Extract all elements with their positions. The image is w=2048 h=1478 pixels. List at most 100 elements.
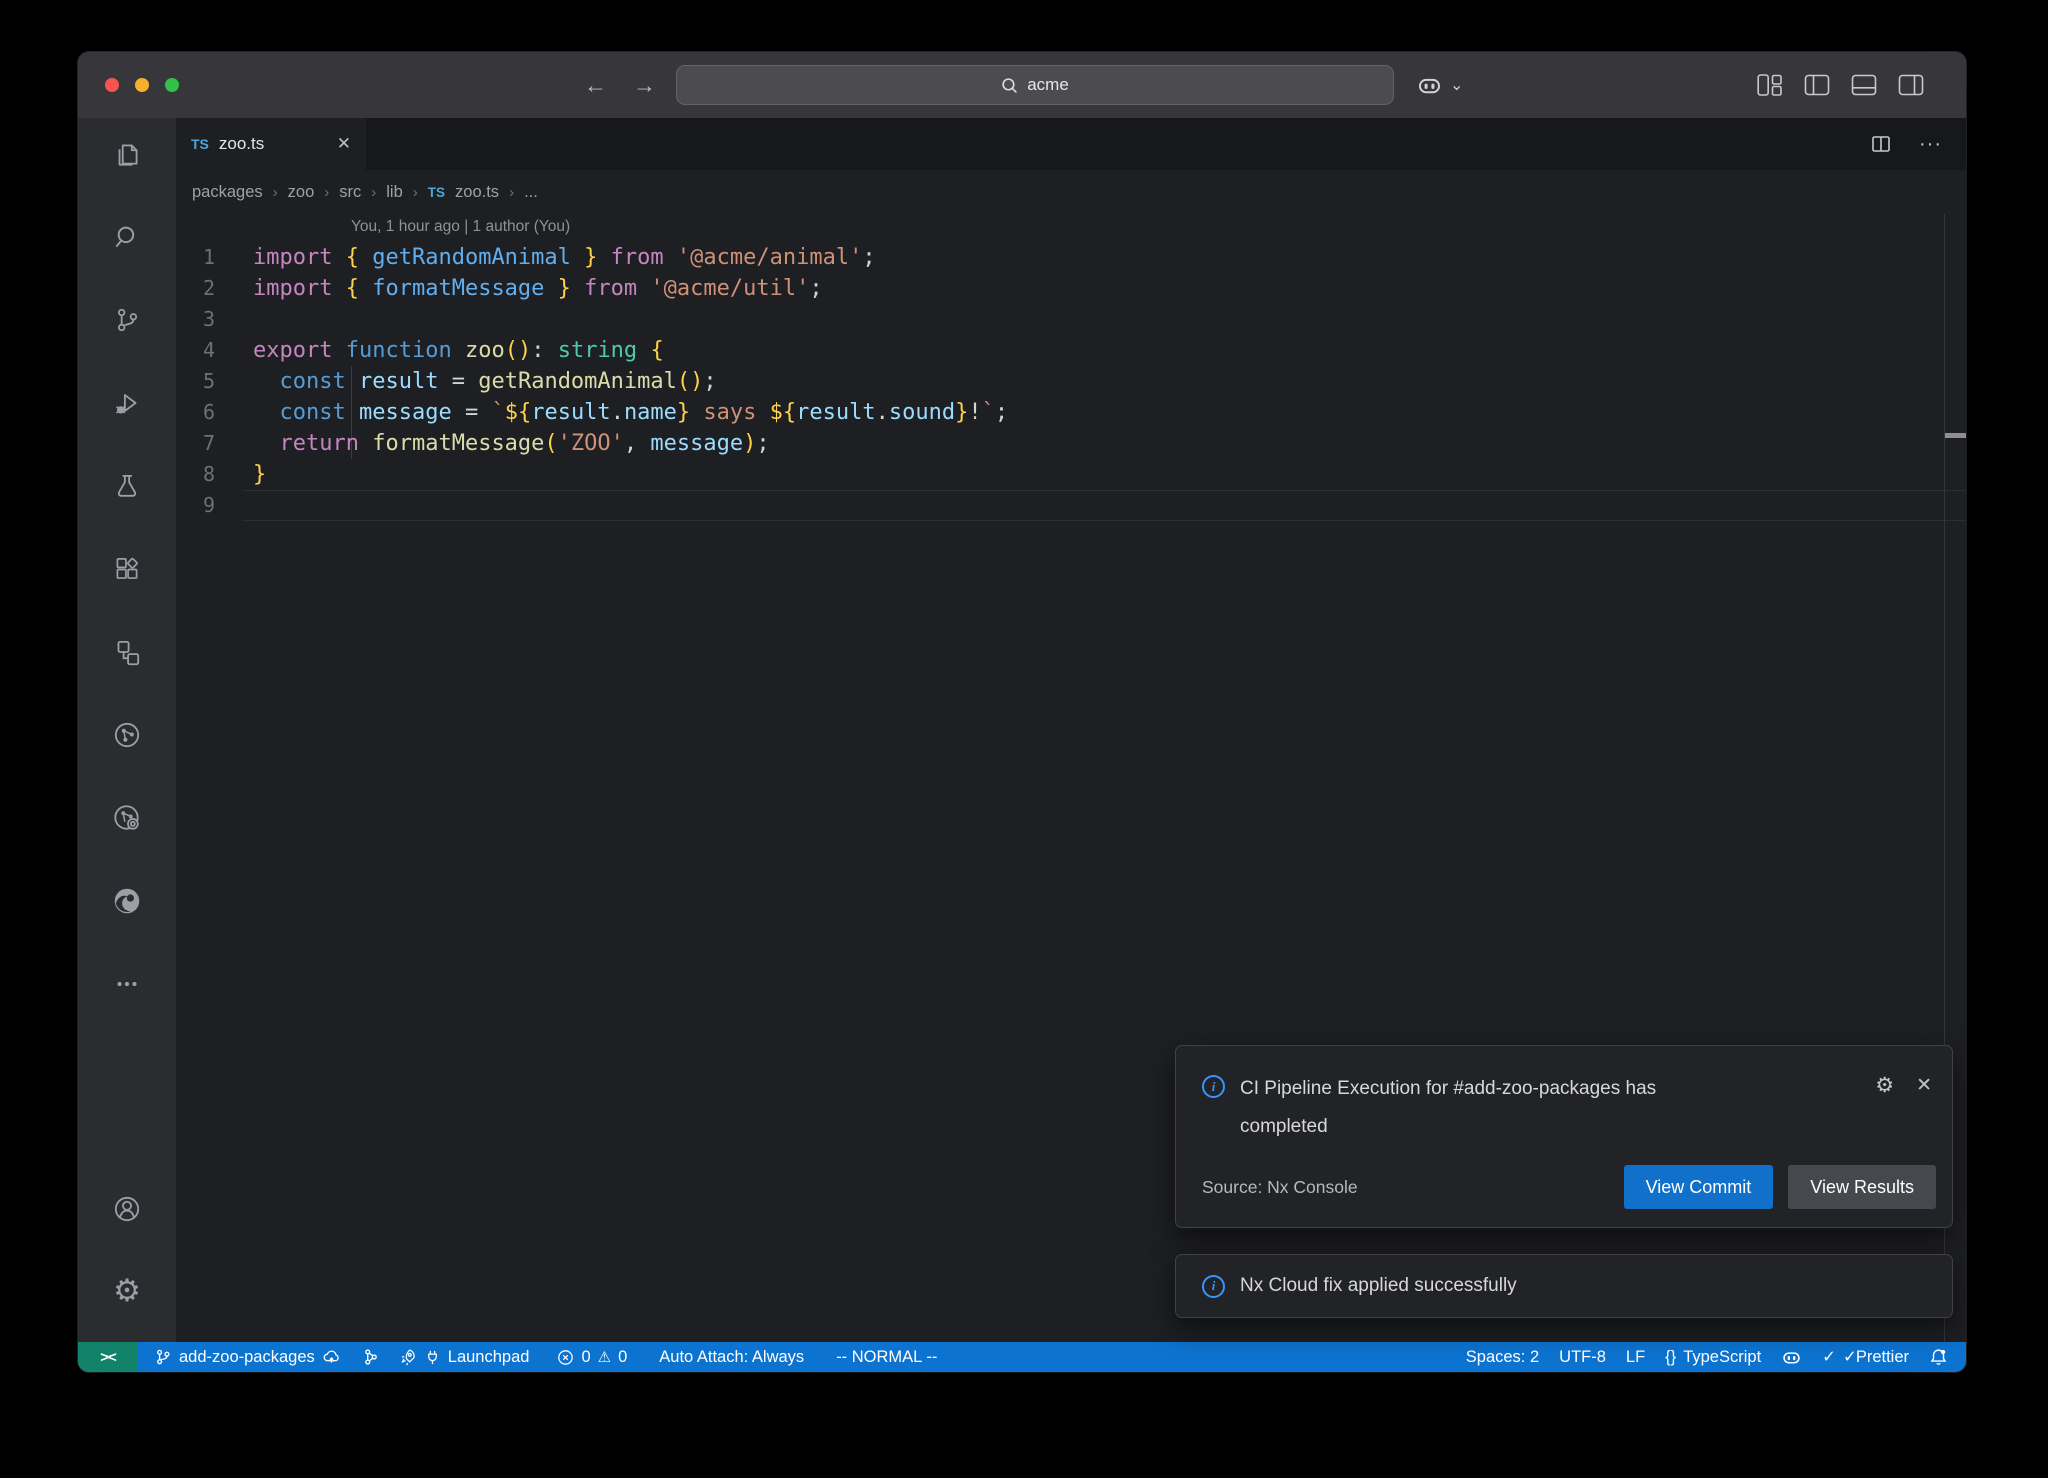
close-tab-icon[interactable]: ✕ <box>337 134 351 154</box>
code-line-9[interactable]: 9 <box>176 490 1966 521</box>
git-graph-item[interactable] <box>351 1342 389 1372</box>
breadcrumb-item-file[interactable]: zoo.ts <box>455 183 499 202</box>
code-text <box>253 490 1966 521</box>
git-graph-icon <box>361 1348 379 1366</box>
view-commit-button[interactable]: View Commit <box>1624 1165 1774 1209</box>
line-number[interactable]: 9 <box>176 490 253 521</box>
accounts-icon[interactable] <box>103 1185 151 1233</box>
braces-icon: {} <box>1665 1348 1676 1367</box>
info-icon: i <box>1202 1075 1225 1098</box>
check-icon: ✓ <box>1822 1347 1836 1367</box>
formatter-item[interactable]: ✓✓ Prettier <box>1812 1342 1919 1372</box>
code-line-2[interactable]: 2import { formatMessage } from '@acme/ut… <box>176 273 1966 304</box>
breadcrumb-item-packages[interactable]: packages <box>192 183 263 202</box>
code-line-5[interactable]: 5 const result = getRandomAnimal(); <box>176 366 1966 397</box>
tab-zoo-ts[interactable]: TS zoo.ts ✕ <box>176 118 366 170</box>
source-control-icon[interactable] <box>103 296 151 344</box>
tab-bar: TS zoo.ts ✕ ··· <box>176 118 1966 170</box>
error-icon <box>557 1349 574 1366</box>
code-text: export function zoo(): string { <box>253 335 1966 366</box>
copilot-menu[interactable]: ⌄ <box>1416 52 1463 118</box>
layout-controls <box>1757 52 1924 118</box>
notification-tools: ⚙ ✕ <box>1875 1073 1932 1098</box>
zoom-window-button[interactable] <box>165 78 179 92</box>
toggle-panel-icon[interactable] <box>1851 74 1877 96</box>
line-number[interactable]: 1 <box>176 242 253 273</box>
line-number[interactable]: 5 <box>176 366 253 397</box>
git-branch-icon <box>154 1348 172 1366</box>
code-line-3[interactable]: 3 <box>176 304 1966 335</box>
warning-icon: ⚠ <box>598 1350 611 1365</box>
split-editor-icon[interactable] <box>1869 132 1893 156</box>
line-number[interactable]: 6 <box>176 397 253 428</box>
remote-indicator[interactable]: >< <box>78 1342 138 1372</box>
breadcrumb-separator-icon: › <box>509 184 514 201</box>
customize-layout-icon[interactable] <box>1757 74 1783 96</box>
line-number[interactable]: 3 <box>176 304 253 335</box>
status-bar: >< add-zoo-packages Launchpad 0 ⚠ 0 <box>78 1342 1966 1372</box>
nx-console-icon[interactable] <box>103 711 151 759</box>
breadcrumb-item-more[interactable]: ... <box>524 183 538 202</box>
editor-actions: ··· <box>1869 118 1966 170</box>
problems-item[interactable]: 0 ⚠ 0 <box>547 1342 637 1372</box>
remote-explorer-icon[interactable] <box>103 628 151 676</box>
more-actions-icon[interactable]: ··· <box>1919 133 1942 156</box>
run-and-debug-icon[interactable] <box>103 379 151 427</box>
explorer-icon[interactable] <box>103 130 151 178</box>
code-line-6[interactable]: 6 const message = `${result.name} says $… <box>176 397 1966 428</box>
window-controls <box>105 52 179 118</box>
toggle-primary-sidebar-icon[interactable] <box>1804 74 1830 96</box>
code-line-1[interactable]: 1import { getRandomAnimal } from '@acme/… <box>176 242 1966 273</box>
copilot-icon <box>1781 1347 1802 1368</box>
breadcrumb: packages›zoo›src›lib›TSzoo.ts›... <box>176 170 1966 214</box>
launchpad-item[interactable]: Launchpad <box>389 1342 540 1372</box>
language-item[interactable]: {} TypeScript <box>1655 1342 1771 1372</box>
settings-gear-icon[interactable]: ⚙ <box>103 1267 151 1315</box>
code-line-7[interactable]: 7 return formatMessage('ZOO', message); <box>176 428 1966 459</box>
breadcrumb-separator-icon: › <box>273 184 278 201</box>
command-center-search[interactable]: acme <box>676 65 1394 105</box>
plug-icon <box>424 1349 441 1366</box>
check-icon: ✓ <box>1843 1347 1857 1367</box>
copilot-status-item[interactable] <box>1771 1342 1812 1372</box>
search-icon <box>1001 77 1018 94</box>
line-number[interactable]: 4 <box>176 335 253 366</box>
search-view-icon[interactable] <box>103 213 151 261</box>
code-line-8[interactable]: 8} <box>176 459 1966 490</box>
edge-devtools-icon[interactable] <box>103 877 151 925</box>
breadcrumb-item-src[interactable]: src <box>339 183 361 202</box>
cloud-upload-icon <box>322 1348 341 1366</box>
encoding-item[interactable]: UTF-8 <box>1549 1342 1616 1372</box>
git-branch-item[interactable]: add-zoo-packages <box>144 1342 351 1372</box>
breadcrumb-separator-icon: › <box>413 184 418 201</box>
auto-attach-item[interactable]: Auto Attach: Always <box>649 1342 814 1372</box>
screen: ← → acme ⌄ <box>0 0 2048 1478</box>
eol-item[interactable]: LF <box>1616 1342 1655 1372</box>
breadcrumb-separator-icon: › <box>371 184 376 201</box>
view-results-button[interactable]: View Results <box>1788 1165 1936 1209</box>
breadcrumb-item-zoo[interactable]: zoo <box>288 183 315 202</box>
code-line-4[interactable]: 4export function zoo(): string { <box>176 335 1966 366</box>
testing-icon[interactable] <box>103 462 151 510</box>
indentation-item[interactable]: Spaces: 2 <box>1456 1342 1549 1372</box>
line-number[interactable]: 7 <box>176 428 253 459</box>
notification-source: Source: Nx Console <box>1202 1177 1358 1198</box>
notification-settings-icon[interactable]: ⚙ <box>1875 1073 1894 1098</box>
vim-mode-item[interactable]: -- NORMAL -- <box>826 1342 947 1372</box>
minimize-window-button[interactable] <box>135 78 149 92</box>
extensions-icon[interactable] <box>103 545 151 593</box>
forward-icon[interactable]: → <box>633 72 656 99</box>
toast-message: Nx Cloud fix applied successfully <box>1240 1275 1517 1297</box>
back-icon[interactable]: ← <box>584 72 607 99</box>
line-number[interactable]: 2 <box>176 273 253 304</box>
line-number[interactable]: 8 <box>176 459 253 490</box>
nx-cloud-icon[interactable] <box>103 794 151 842</box>
breadcrumb-item-lib[interactable]: lib <box>386 183 403 202</box>
close-window-button[interactable] <box>105 78 119 92</box>
code-text: const message = `${result.name} says ${r… <box>253 397 1966 428</box>
toggle-secondary-sidebar-icon[interactable] <box>1898 74 1924 96</box>
notifications-bell-item[interactable] <box>1919 1342 1958 1372</box>
rocket-icon <box>399 1348 417 1366</box>
additional-views-icon[interactable] <box>103 960 151 1008</box>
notification-close-icon[interactable]: ✕ <box>1916 1074 1932 1097</box>
